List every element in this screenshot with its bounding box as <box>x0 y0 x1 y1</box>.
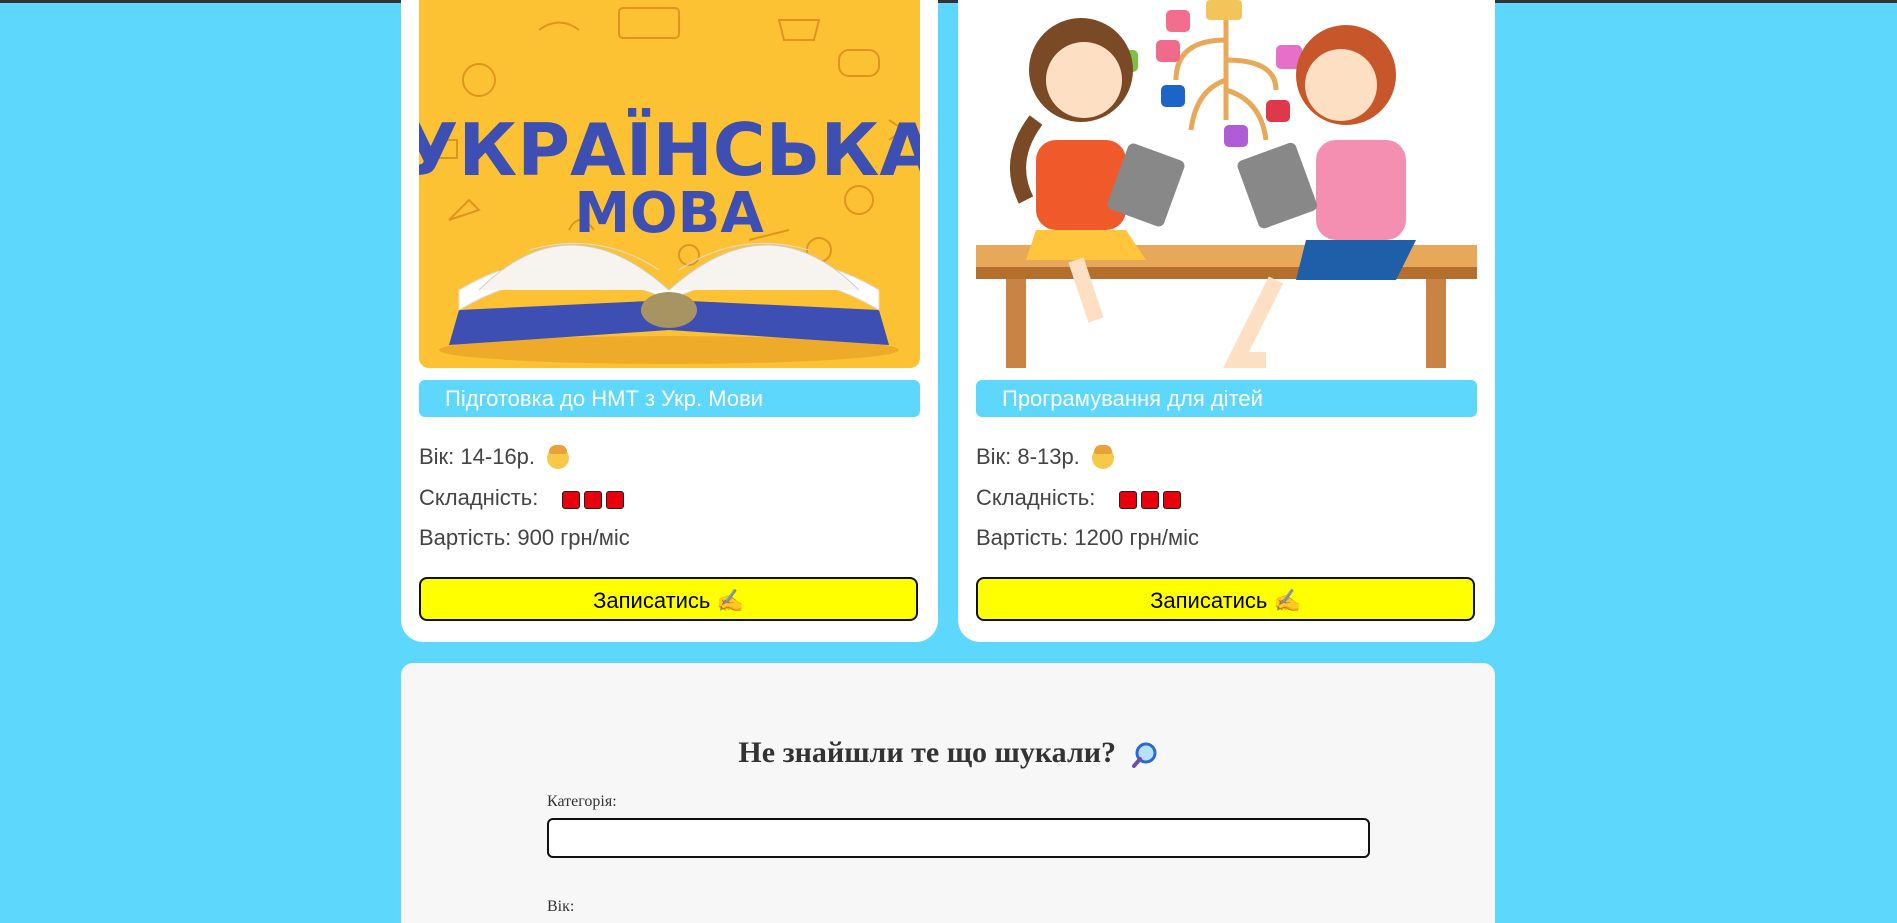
difficulty-indicator <box>1119 486 1185 512</box>
difficulty-square-icon <box>1163 491 1182 510</box>
window-top-border <box>0 0 1897 3</box>
course-age-text: Вік: 14-16р. <box>419 444 536 469</box>
course-difficulty: Складність: <box>419 485 628 512</box>
course-age: Вік: 8-13р. <box>976 444 1114 470</box>
course-title: Підготовка до НМТ з Укр. Мови <box>419 380 920 417</box>
age-label: Вік: <box>547 898 575 915</box>
course-difficulty: Складність: <box>976 485 1185 512</box>
course-price: Вартість: 900 грн/міс <box>419 525 630 550</box>
course-difficulty-label: Складність: <box>976 485 1096 510</box>
search-form-panel: Не знайшли те що шукали? Категорія: Вік: <box>401 663 1495 923</box>
magnifier-icon <box>1131 742 1157 769</box>
course-age-text: Вік: 8-13р. <box>976 444 1080 469</box>
difficulty-square-icon <box>1119 491 1138 510</box>
course-card-ukrainian: УКРАЇНСЬКА МОВА Підготовка до НМТ з Укр.… <box>401 0 938 642</box>
course-age: Вік: 14-16р. <box>419 444 570 470</box>
course-difficulty-label: Складність: <box>419 485 539 510</box>
course-price: Вартість: 1200 грн/міс <box>976 525 1199 550</box>
svg-text:МОВА: МОВА <box>574 181 764 246</box>
difficulty-square-icon <box>1141 491 1160 510</box>
difficulty-square-icon <box>562 491 581 510</box>
difficulty-square-icon <box>584 491 603 510</box>
child-face-icon <box>547 445 570 470</box>
category-label: Категорія: <box>547 793 617 810</box>
course-image-ukrainian: УКРАЇНСЬКА МОВА <box>419 0 920 368</box>
enroll-button[interactable]: Записатись ✍️ <box>419 577 918 621</box>
enroll-button[interactable]: Записатись ✍️ <box>976 577 1475 621</box>
course-card-programming: Програмування для дітей Вік: 8-13р. Скла… <box>958 0 1495 642</box>
difficulty-square-icon <box>606 491 625 510</box>
search-heading: Не знайшли те що шукали? <box>401 736 1495 770</box>
search-heading-text: Не знайшли те що шукали? <box>738 736 1117 769</box>
category-input[interactable] <box>547 818 1370 858</box>
child-face-icon <box>1091 445 1114 470</box>
course-title: Програмування для дітей <box>976 380 1477 417</box>
difficulty-indicator <box>562 486 628 512</box>
course-image-programming <box>976 0 1477 368</box>
svg-text:УКРАЇНСЬКА: УКРАЇНСЬКА <box>419 108 920 192</box>
